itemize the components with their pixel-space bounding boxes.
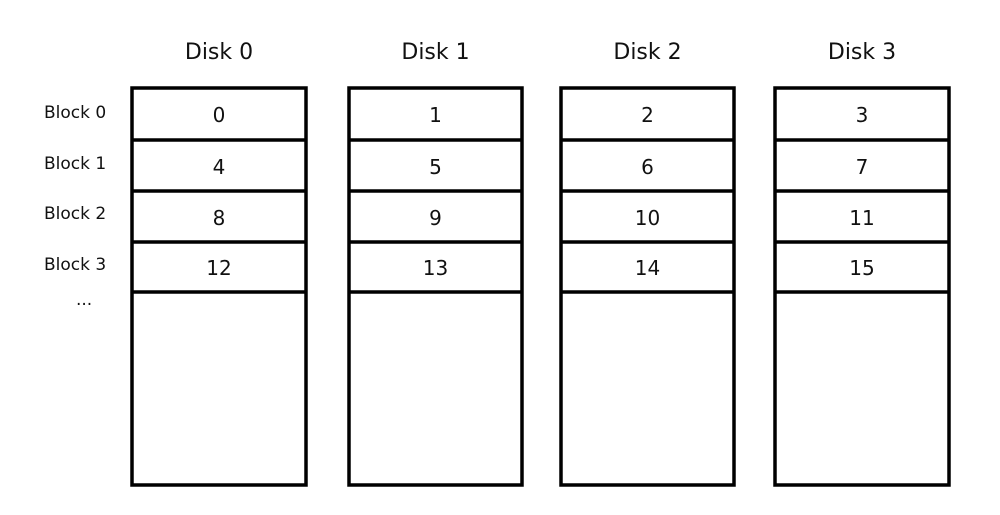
- block-cell: 9: [429, 205, 442, 230]
- block-cell: 4: [212, 154, 226, 179]
- block-cell: 3: [855, 103, 869, 127]
- row-label: Block 2: [44, 204, 107, 224]
- disk-2-column: [559, 86, 736, 487]
- block-cell: 0: [212, 103, 226, 127]
- block-cell: 10: [634, 205, 661, 230]
- block-cell: 6: [641, 154, 654, 179]
- disk-title: Disk 3: [827, 40, 897, 65]
- disk-3-column: [773, 86, 951, 487]
- row-label: Block 0: [44, 103, 107, 123]
- disk-1-column: [347, 86, 524, 487]
- block-cell: 1: [429, 103, 442, 127]
- block-cell: 2: [641, 103, 654, 127]
- row-label: Block 1: [44, 154, 107, 174]
- disk-title: Disk 0: [184, 40, 254, 65]
- disk-title: Disk 2: [613, 40, 682, 65]
- disk-title: Disk 1: [401, 40, 470, 65]
- disk-0-column: [130, 86, 308, 487]
- row-label: Block 3: [44, 255, 107, 275]
- block-cell: 15: [849, 256, 875, 280]
- block-cell: 13: [422, 256, 449, 280]
- block-cell: 12: [206, 256, 232, 280]
- row-label: ...: [76, 290, 93, 310]
- block-cell: 5: [429, 154, 442, 179]
- block-cell: 14: [634, 256, 661, 280]
- block-cell: 11: [849, 205, 875, 230]
- block-cell: 7: [855, 154, 869, 179]
- block-cell: 8: [212, 205, 226, 230]
